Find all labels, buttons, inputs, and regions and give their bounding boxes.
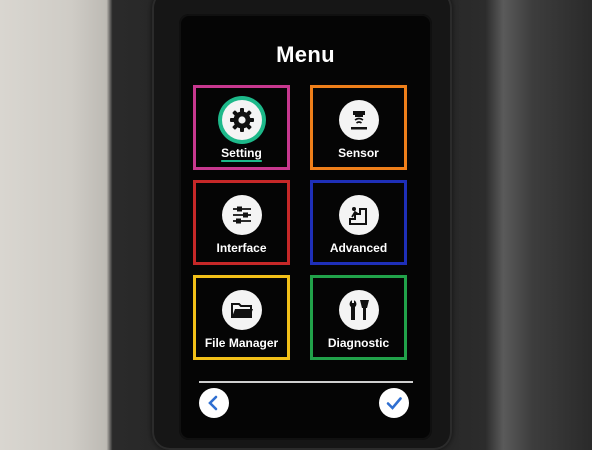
menu-item-advanced[interactable]: Advanced: [310, 180, 407, 265]
menu-item-label: Setting: [221, 146, 262, 160]
chevron-left-icon: [208, 395, 218, 411]
menu-item-file-manager[interactable]: File Manager: [193, 275, 290, 360]
page-title: Menu: [276, 42, 335, 67]
menu-item-label: Interface: [216, 241, 267, 255]
menu-item-label: Sensor: [338, 146, 379, 160]
menu-item-interface[interactable]: Interface: [193, 180, 290, 265]
menu-item-sensor[interactable]: Sensor: [310, 85, 407, 170]
menu-item-diagnostic[interactable]: Diagnostic: [310, 275, 407, 360]
touch-screen: Menu Setting Sensor Interface Advanced F…: [179, 14, 432, 440]
menu-item-label: Diagnostic: [327, 336, 390, 350]
sensor-icon: [338, 100, 379, 140]
tools-icon: [338, 290, 379, 330]
menu-item-setting[interactable]: Setting: [193, 85, 290, 170]
divider: [199, 381, 413, 383]
menu-item-label: File Manager: [204, 336, 279, 350]
confirm-button[interactable]: [379, 388, 409, 418]
folder-icon: [221, 290, 262, 330]
sliders-icon: [221, 195, 262, 235]
menu-item-label: Advanced: [329, 241, 388, 255]
gear-icon: [221, 100, 262, 140]
checkmark-icon: [386, 397, 402, 410]
stairs-icon: [338, 195, 379, 235]
back-button[interactable]: [199, 388, 229, 418]
